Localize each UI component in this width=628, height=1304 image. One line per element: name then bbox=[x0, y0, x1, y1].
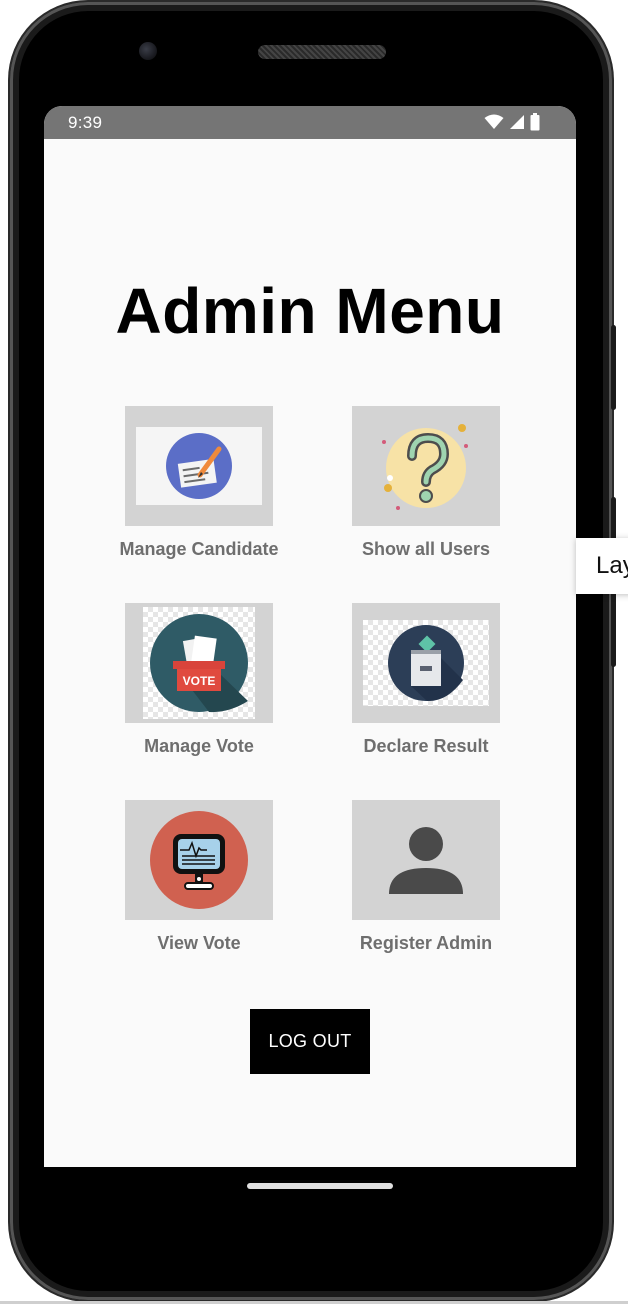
page-title: Admin Menu bbox=[115, 275, 505, 347]
view-vote-label: View Vote bbox=[157, 933, 241, 953]
show-all-users-button[interactable] bbox=[352, 406, 500, 526]
register-admin-button[interactable] bbox=[352, 800, 500, 920]
declare-result-button[interactable] bbox=[352, 603, 500, 723]
app-screen: 9:39 Admin Menu Manage Candidate Show al… bbox=[44, 106, 576, 1167]
front-camera bbox=[139, 42, 157, 60]
manage-vote-label: Manage Vote bbox=[144, 736, 254, 756]
edit-document-icon bbox=[166, 433, 232, 499]
status-time: 9:39 bbox=[68, 113, 103, 132]
show-all-users-label: Show all Users bbox=[361, 539, 491, 559]
earpiece-speaker bbox=[258, 45, 386, 59]
view-vote-button[interactable] bbox=[125, 800, 273, 920]
declare-result-label: Declare Result bbox=[363, 736, 489, 756]
cell-signal-icon bbox=[510, 115, 524, 129]
power-button bbox=[611, 325, 616, 410]
manage-candidate-button[interactable] bbox=[125, 406, 273, 526]
ballot-box-icon bbox=[388, 625, 464, 702]
status-icons bbox=[484, 113, 540, 131]
manage-candidate-image bbox=[136, 427, 262, 505]
manage-candidate-label: Manage Candidate bbox=[119, 539, 279, 559]
manage-vote-image: VOTE bbox=[143, 607, 255, 719]
wifi-icon bbox=[484, 114, 504, 129]
logout-button[interactable]: LOG OUT bbox=[250, 1009, 370, 1074]
register-admin-label: Register Admin bbox=[359, 933, 493, 953]
question-mark-icon bbox=[382, 424, 468, 510]
home-gesture-bar[interactable] bbox=[247, 1183, 393, 1189]
svg-text:VOTE: VOTE bbox=[183, 674, 216, 688]
ballot-box-vote-icon: VOTE bbox=[150, 614, 248, 713]
declare-result-image bbox=[363, 620, 489, 706]
layout-tooltip: Layout bbox=[576, 538, 628, 594]
manage-vote-button[interactable]: VOTE bbox=[125, 603, 273, 723]
person-icon bbox=[389, 827, 463, 894]
status-bar: 9:39 bbox=[44, 106, 576, 139]
monitor-icon bbox=[150, 811, 248, 909]
battery-icon bbox=[530, 113, 540, 131]
